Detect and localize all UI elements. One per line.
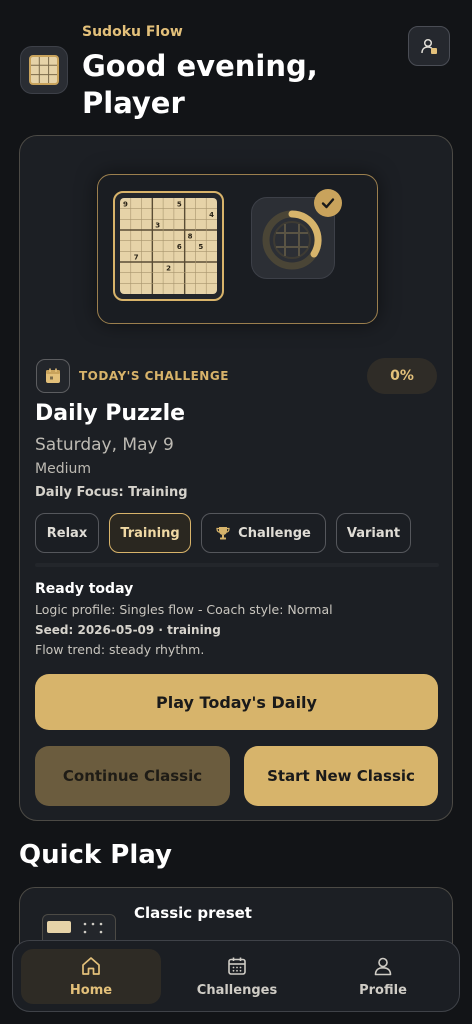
mode-selector: Relax Training Challenge Variant — [35, 513, 445, 553]
board-digit: 9 — [123, 200, 128, 208]
bottom-nav: Home Challenges Profile — [12, 940, 460, 1012]
app-name: Sudoku Flow — [82, 24, 183, 40]
mode-chip-label: Challenge — [238, 525, 311, 541]
challenge-label: TODAY'S CHALLENGE — [79, 369, 229, 383]
quick-play-title: Quick Play — [19, 840, 172, 870]
puzzle-date: Saturday, May 9 — [35, 435, 174, 455]
calendar-icon — [228, 957, 246, 975]
nav-item-home[interactable]: Home — [21, 949, 161, 1004]
nav-item-profile[interactable]: Profile — [313, 949, 453, 1004]
mode-chip-label: Relax — [46, 525, 88, 541]
trophy-icon — [216, 527, 230, 540]
board-digit: 7 — [134, 254, 139, 262]
play-daily-button[interactable]: Play Today's Daily — [35, 674, 438, 730]
divider — [35, 563, 439, 567]
mode-chip-label: Variant — [346, 525, 401, 541]
seed-text: Seed: 2026-05-09 · training — [35, 623, 221, 637]
app-logo — [20, 46, 68, 94]
greeting-title: Good evening, Player — [82, 49, 318, 120]
board-digit: 2 — [166, 264, 171, 272]
sudoku-board-preview: 9 5 4 3 86 5 7 2 — [113, 191, 224, 301]
nav-label: Challenges — [196, 983, 278, 998]
sudoku-grid-icon — [29, 55, 59, 85]
ready-title: Ready today — [35, 581, 134, 597]
mode-chip-relax[interactable]: Relax — [35, 513, 99, 553]
logic-profile-text: Logic profile: Singles flow - Coach styl… — [35, 602, 333, 617]
person-badge-icon — [421, 38, 437, 54]
board-digit: 5 — [177, 200, 182, 208]
board-digit: 6 — [177, 243, 182, 251]
mode-chip-variant[interactable]: Variant — [336, 513, 411, 553]
board-digit: 8 — [188, 232, 193, 240]
puzzle-title: Daily Puzzle — [35, 401, 186, 426]
mode-chip-label: Training — [120, 525, 180, 541]
nav-label: Profile — [359, 983, 407, 998]
home-icon — [82, 957, 100, 975]
board-digit: 5 — [198, 243, 203, 251]
nav-label: Home — [69, 983, 113, 998]
nav-item-challenges[interactable]: Challenges — [167, 949, 307, 1004]
check-badge-icon — [314, 189, 342, 217]
board-digit: 3 — [155, 222, 160, 230]
start-new-classic-button[interactable]: Start New Classic — [244, 746, 438, 806]
progress-badge: 0% — [367, 358, 437, 394]
preset-name: Classic preset — [134, 904, 252, 922]
hero-illustration: 9 5 4 3 86 5 7 2 — [97, 174, 378, 324]
calendar-icon — [36, 359, 70, 393]
profile-button[interactable] — [408, 26, 450, 66]
continue-classic-button[interactable]: Continue Classic — [35, 746, 230, 806]
mode-chip-challenge[interactable]: Challenge — [201, 513, 326, 553]
person-icon — [374, 957, 392, 976]
puzzle-difficulty: Medium — [35, 461, 91, 477]
flow-trend-text: Flow trend: steady rhythm. — [35, 642, 205, 657]
daily-challenge-card: 954386572 TODAY'S CHALLENGE 0% Daily Puz… — [19, 135, 453, 821]
board-digit: 4 — [209, 211, 214, 219]
daily-focus: Daily Focus: Training — [35, 485, 188, 500]
sudoku-board-grid: 9 5 4 3 86 5 7 2 — [120, 198, 217, 294]
mode-chip-training[interactable]: Training — [109, 513, 191, 553]
